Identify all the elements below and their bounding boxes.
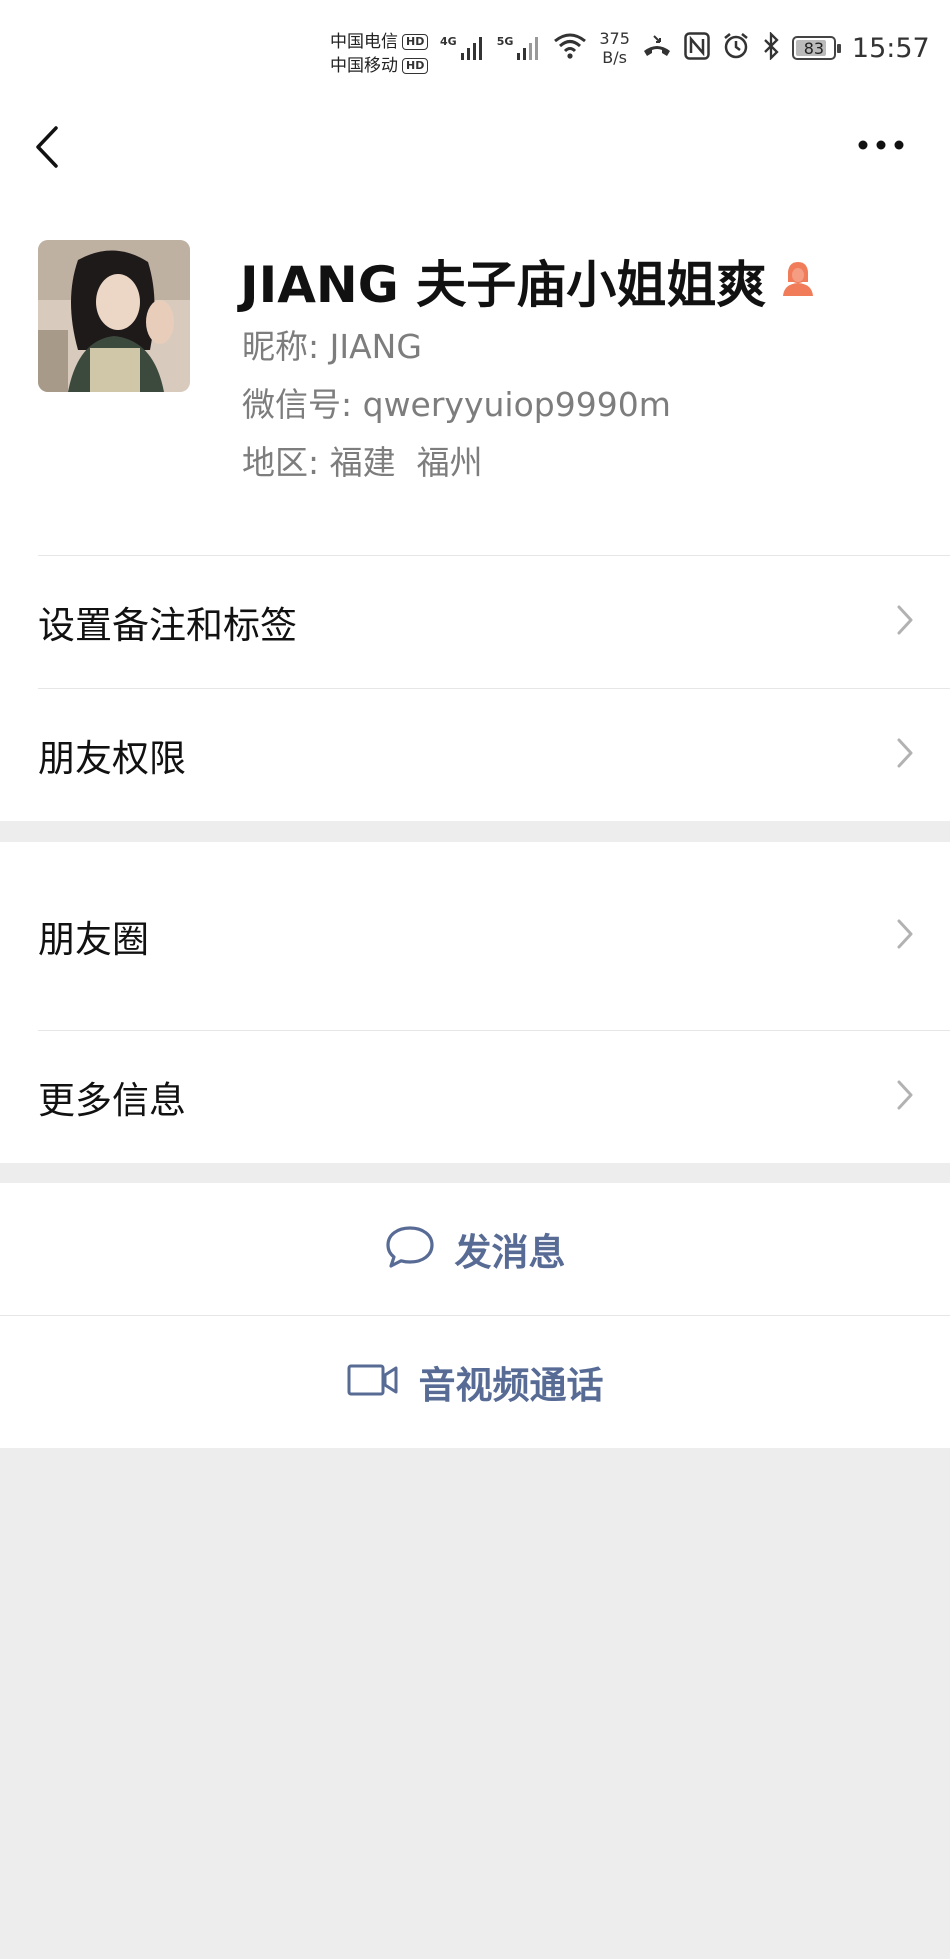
wifi-icon [553,32,587,64]
nav-bar [0,100,950,200]
clock: 15:57 [851,32,930,64]
menu-item-moments[interactable]: 朋友圈 [0,842,950,1030]
menu-item-label: 朋友圈 [38,918,149,961]
profile-card: JIANG 夫子庙小姐姐爽 昵称: JIANG 微信号: qweryyuiop9… [0,200,950,556]
nickname-value: JIANG [329,327,422,366]
net-speed: 375 B/s [599,29,630,67]
nfc-icon [684,32,710,64]
video-camera-icon [347,1363,399,1401]
status-bar: 中国电信 HD 中国移动 HD 4G 5G 375 B/s 83 15:57 [0,0,950,100]
hd-badge: HD [402,58,429,74]
signal-4g-icon: 4G [440,35,485,61]
chevron-right-icon [896,918,914,954]
send-message-label: 发消息 [454,1231,566,1274]
chevron-right-icon [896,604,914,640]
nickname-label: 昵称: [242,327,320,366]
hd-badge: HD [402,34,429,50]
wechat-id-value: qweryyuiop9990m [362,385,671,424]
region-line: 地区: 福建 福州 [242,436,483,484]
menu-item-label: 设置备注和标签 [38,604,297,647]
carrier-2: 中国移动 [330,56,398,76]
signal-5g-icon: 5G [497,35,542,61]
region-label: 地区: [242,443,320,482]
avatar[interactable] [38,240,190,392]
battery-icon: 83 [791,36,841,60]
display-name: JIANG 夫子庙小姐姐爽 [240,245,816,317]
contact-profile-page: 中国电信 HD 中国移动 HD 4G 5G 375 B/s 83 15:57 J… [0,0,950,1959]
nickname-line: 昵称: JIANG [242,320,422,368]
menu-item-more-info[interactable]: 更多信息 [0,1031,950,1163]
chevron-right-icon [896,1079,914,1115]
send-message-button[interactable]: 发消息 [0,1183,950,1315]
alarm-icon [722,32,750,64]
menu-item-remarks-tags[interactable]: 设置备注和标签 [0,556,950,688]
region-value: 福建 福州 [329,443,483,482]
chat-bubble-icon [385,1224,435,1274]
female-icon [780,252,816,310]
menu-group-moments: 朋友圈 更多信息 [0,842,950,1163]
bluetooth-icon [762,31,780,64]
status-icons: 4G 5G 375 B/s 83 15:57 [440,28,930,68]
menu-item-label: 朋友权限 [38,737,186,780]
chevron-right-icon [896,737,914,773]
video-call-button[interactable]: 音视频通话 [0,1316,950,1448]
menu-item-friend-permissions[interactable]: 朋友权限 [0,689,950,821]
carrier-info: 中国电信 HD 中国移动 HD [330,30,429,78]
more-dots-icon[interactable] [856,130,906,164]
carrier-1: 中国电信 [330,32,398,52]
display-name-text: JIANG 夫子庙小姐姐爽 [240,256,767,314]
wechat-id-line: 微信号: qweryyuiop9990m [242,378,671,426]
video-call-label: 音视频通话 [418,1364,604,1407]
chevron-left-icon[interactable] [26,122,66,172]
wechat-id-label: 微信号: [242,385,353,424]
menu-group-remarks: 设置备注和标签 朋友权限 [0,556,950,821]
action-buttons: 发消息 音视频通话 [0,1183,950,1448]
menu-item-label: 更多信息 [38,1079,186,1122]
call-icon [642,33,672,63]
